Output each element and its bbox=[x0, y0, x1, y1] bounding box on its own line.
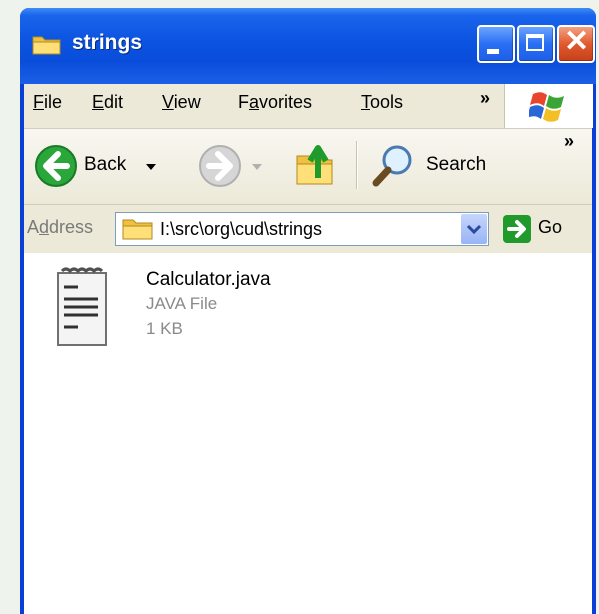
maximize-button[interactable] bbox=[517, 25, 555, 63]
file-name: Calculator.java bbox=[146, 269, 271, 290]
close-icon: ✕ bbox=[564, 25, 590, 58]
menu-overflow-chevron[interactable]: » bbox=[480, 88, 490, 109]
window-title: strings bbox=[72, 31, 143, 54]
window-body: File Edit View Favorites Tools » Back Se… bbox=[24, 84, 593, 614]
menu-bar: File Edit View Favorites Tools » bbox=[24, 84, 593, 129]
address-input[interactable]: I:\src\org\cud\strings bbox=[115, 212, 489, 246]
menu-view[interactable]: View bbox=[162, 92, 201, 113]
menu-file[interactable]: File bbox=[33, 92, 62, 113]
address-label: Address bbox=[27, 217, 94, 237]
standard-toolbar: Back Search » bbox=[24, 129, 592, 205]
search-icon bbox=[372, 145, 412, 187]
explorer-window: strings ✕ File Edit View Favorites Tools… bbox=[20, 8, 596, 614]
toolbar-separator bbox=[356, 141, 358, 189]
menu-tools[interactable]: Tools bbox=[361, 92, 403, 113]
minimize-button[interactable] bbox=[477, 25, 515, 63]
up-folder-icon[interactable] bbox=[294, 142, 338, 188]
address-dropdown-button[interactable] bbox=[461, 214, 487, 244]
back-arrow-icon bbox=[35, 145, 77, 187]
file-list-pane[interactable]: Calculator.java JAVA File 1 KB bbox=[24, 253, 592, 614]
list-item[interactable]: Calculator.java JAVA File 1 KB bbox=[50, 265, 350, 365]
back-label: Back bbox=[84, 154, 127, 175]
file-size: 1 KB bbox=[146, 319, 183, 338]
toolbar-overflow-chevron[interactable]: » bbox=[564, 131, 574, 152]
go-arrow-icon bbox=[503, 215, 531, 243]
forward-button[interactable] bbox=[196, 139, 268, 193]
chevron-down-icon bbox=[466, 224, 482, 235]
windows-logo bbox=[504, 84, 593, 128]
back-button[interactable]: Back bbox=[32, 139, 182, 193]
windows-flag-icon bbox=[529, 92, 564, 122]
forward-arrow-icon bbox=[199, 145, 241, 187]
folder-icon bbox=[32, 36, 61, 55]
title-bar[interactable]: strings ✕ bbox=[20, 8, 596, 84]
forward-dropdown-icon bbox=[252, 164, 262, 170]
file-type: JAVA File bbox=[146, 294, 218, 313]
maximize-icon bbox=[526, 34, 544, 51]
menu-favorites[interactable]: Favorites bbox=[238, 92, 312, 113]
address-value: I:\src\org\cud\strings bbox=[160, 219, 323, 239]
close-button[interactable]: ✕ bbox=[557, 25, 595, 63]
menu-edit[interactable]: Edit bbox=[92, 92, 123, 113]
minimize-icon bbox=[487, 49, 499, 54]
back-dropdown-icon[interactable] bbox=[144, 162, 158, 172]
address-bar: Address I:\src\org\cud\strings Go bbox=[24, 205, 592, 253]
go-label: Go bbox=[538, 217, 563, 237]
text-file-icon bbox=[57, 267, 107, 346]
search-label: Search bbox=[426, 154, 487, 175]
search-button[interactable]: Search bbox=[369, 139, 499, 193]
folder-icon bbox=[122, 219, 153, 240]
